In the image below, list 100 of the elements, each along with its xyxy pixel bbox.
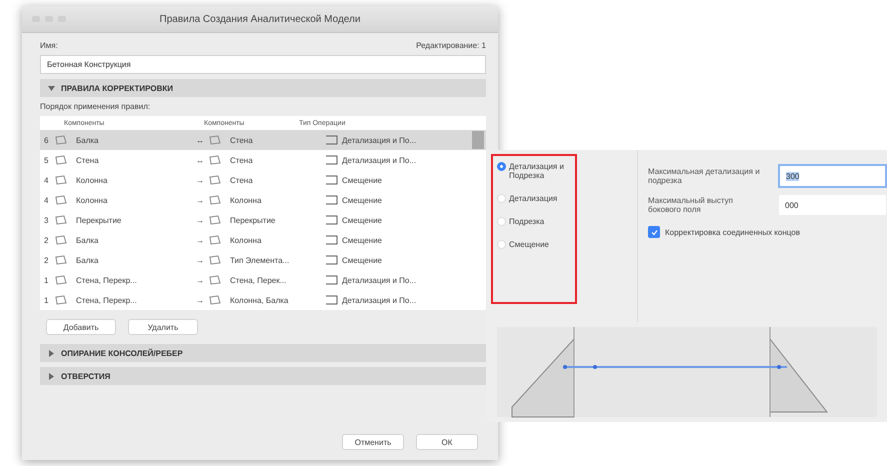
table-row[interactable]: 6 Балка ↔ Стена Детализация и По... <box>40 130 486 150</box>
table-cell-text: Смещение <box>341 216 384 224</box>
table-cell-text: Детализация и По... <box>341 296 418 304</box>
table-cell-text: Колонна <box>76 196 108 204</box>
table-cell-text: Смещение <box>341 236 384 244</box>
section-title: ПРАВИЛА КОРРЕКТИРОВКИ <box>61 84 173 92</box>
element-icon <box>54 154 68 166</box>
edit-label: Редактирование: 1 <box>416 41 486 50</box>
element-icon <box>208 234 222 246</box>
operation-icon <box>325 254 339 266</box>
element-icon <box>208 134 222 146</box>
name-field[interactable]: Бетонная Конструкция <box>40 55 486 74</box>
checkbox-label: Корректировка соединенных концов <box>665 228 800 236</box>
table-cell-text: Тип Элемента... <box>230 256 290 264</box>
table-row[interactable]: 2 Балка → Тип Элемента... Смещение <box>40 250 486 270</box>
element-icon <box>208 254 222 266</box>
table-cell-text: Стена <box>230 176 254 184</box>
remove-button[interactable]: Удалить <box>128 319 198 335</box>
table-cell-text: → <box>195 216 205 224</box>
table-cell-text: Стена <box>230 156 254 164</box>
table-cell-text: 2 <box>43 236 50 244</box>
table-cell-text: Смещение <box>341 196 384 204</box>
table-cell-text: Детализация и По... <box>341 136 418 144</box>
table-cell-text: Детализация и По... <box>341 276 418 284</box>
table-row[interactable]: 4 Колонна → Колонна Смещение <box>40 190 486 210</box>
table-cell-text: → <box>195 296 205 304</box>
element-icon <box>54 214 68 226</box>
operation-icon <box>325 194 339 206</box>
table-cell-text: Детализация и По... <box>341 156 418 164</box>
radio-label: Смещение <box>509 240 550 249</box>
table-cell-text: 5 <box>43 156 50 164</box>
element-icon <box>54 134 68 146</box>
scroll-thumb[interactable] <box>472 131 484 149</box>
table-cell-text: Колонна <box>230 196 262 204</box>
section-header[interactable]: ОТВЕРСТИЯ <box>40 367 486 385</box>
table-cell-text: 6 <box>43 136 50 144</box>
element-icon <box>54 174 68 186</box>
element-icon <box>54 294 68 306</box>
element-icon <box>208 154 222 166</box>
table-row[interactable]: 4 Колонна → Стена Смещение <box>40 170 486 190</box>
element-icon <box>54 274 68 286</box>
value-field[interactable]: 000 <box>778 194 887 216</box>
table-row[interactable]: 5 Стена ↔ Стена Детализация и По... <box>40 150 486 170</box>
section-header[interactable]: ПРАВИЛА КОРРЕКТИРОВКИ <box>40 79 486 97</box>
radio-button[interactable] <box>497 162 506 171</box>
operation-icon <box>325 174 339 186</box>
table-cell-text: Балка <box>76 136 100 144</box>
name-label: Имя: <box>40 41 58 50</box>
table-cell-text: Колонна, Балка <box>230 296 290 304</box>
operation-icon <box>325 274 339 286</box>
table-cell-text: Перекрытие <box>230 216 276 224</box>
radio-label: Детализация <box>509 194 558 203</box>
table-cell-text: ↔ <box>195 136 205 144</box>
table-cell-text: 4 <box>43 196 50 204</box>
table-cell-text: → <box>195 276 205 284</box>
radio-label: Подрезка <box>509 217 544 226</box>
table-cell-text: 1 <box>43 296 50 304</box>
operation-icon <box>325 294 339 306</box>
table-cell-text: Смещение <box>341 176 384 184</box>
table-row[interactable]: 2 Балка → Колонна Смещение <box>40 230 486 250</box>
table-row[interactable]: 1 Стена, Перекр... → Колонна, Балка Детализация и По... <box>40 290 486 310</box>
element-icon <box>208 274 222 286</box>
table-cell-text: Перекрытие <box>76 216 122 224</box>
element-icon <box>208 194 222 206</box>
table-row[interactable]: 1 Стена, Перекр... → Стена, Перек... Детализация и По... <box>40 270 486 290</box>
expanded-arrow-icon[interactable] <box>48 84 55 92</box>
operation-icon <box>325 154 339 166</box>
value-field[interactable]: 300 <box>778 164 887 188</box>
table-cell-text: Колонна <box>76 176 108 184</box>
field-label: Максимальный выступ бокового поля <box>648 196 734 214</box>
collapsed-arrow-icon[interactable] <box>48 350 55 356</box>
table-cell-text: → <box>195 236 205 244</box>
table-cell-text: Смещение <box>341 256 384 264</box>
table-cell-text: 2 <box>43 256 50 264</box>
table-row[interactable]: 3 Перекрытие → Перекрытие Смещение <box>40 210 486 230</box>
table-cell-text: ↔ <box>195 156 205 164</box>
table-cell-text: Стена, Перекр... <box>76 276 138 284</box>
table-cell-text: 4 <box>43 176 50 184</box>
table-cell-text: → <box>195 176 205 184</box>
element-icon <box>54 234 68 246</box>
add-button[interactable]: Добавить <box>46 319 116 335</box>
element-icon <box>54 254 68 266</box>
section-title: ОТВЕРСТИЯ <box>61 372 110 380</box>
table-cell-text: Стена, Перекр... <box>76 296 138 304</box>
table-cell-text: Стена <box>230 136 254 144</box>
table-cell-text: Стена, Перек... <box>230 276 288 284</box>
collapsed-arrow-icon[interactable] <box>48 372 55 380</box>
section-header[interactable]: ОПИРАНИЕ КОНСОЛЕЙ/РЕБЕР <box>40 344 486 362</box>
checkbox[interactable] <box>648 226 660 238</box>
operation-icon <box>325 234 339 246</box>
cancel-button[interactable]: Отменить <box>342 434 404 450</box>
table-cell-text: → <box>195 256 205 264</box>
operation-icon <box>325 134 339 146</box>
table-cell-text: Балка <box>76 256 100 264</box>
ok-button[interactable]: ОК <box>416 434 478 450</box>
table-cell-text: → <box>195 196 205 204</box>
order-label: Порядок применения правил: <box>40 102 152 111</box>
table-cell-text: Балка <box>76 236 100 244</box>
check-icon <box>650 228 658 236</box>
table-cell-text: Колонна <box>230 236 262 244</box>
